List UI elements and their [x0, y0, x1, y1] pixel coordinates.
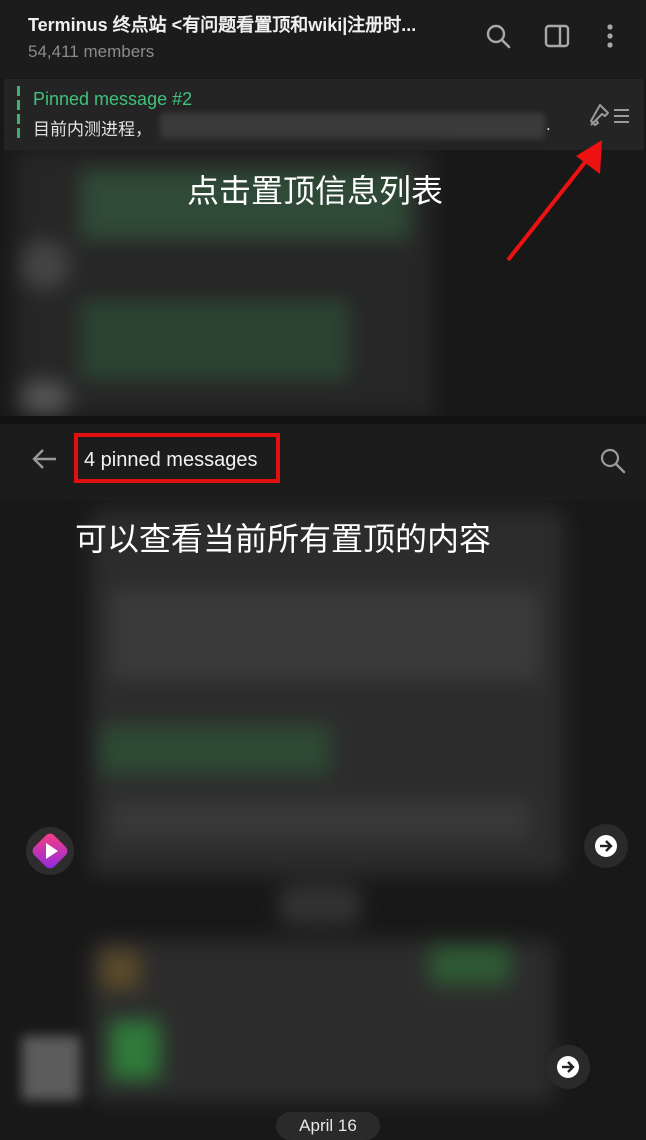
avatar[interactable]	[22, 1036, 80, 1100]
more-menu-icon[interactable]	[596, 22, 624, 50]
play-logo-icon	[32, 833, 68, 869]
annotation-arrow	[506, 140, 602, 262]
pinned-message-redacted	[160, 113, 545, 139]
sidebar-toggle-icon[interactable]	[543, 22, 571, 50]
screenshot-divider	[0, 416, 646, 424]
share-forward-icon[interactable]	[546, 1045, 590, 1089]
pinned-list-icon[interactable]	[588, 101, 632, 131]
date-separator: April 16	[276, 1112, 380, 1140]
avatar[interactable]	[26, 827, 74, 875]
search-icon[interactable]	[598, 446, 628, 476]
pinned-count-title: 4 pinned messages	[84, 449, 258, 471]
member-count: 54,411 members	[28, 42, 155, 61]
blurred-pinned-list	[0, 500, 646, 1112]
pinned-message-text: 目前内测进程，	[33, 120, 152, 139]
chat-title[interactable]: Terminus 终点站 <有问题看置顶和wiki|注册时...	[28, 11, 458, 37]
back-arrow-icon[interactable]	[30, 444, 60, 474]
search-icon[interactable]	[484, 22, 512, 50]
pinned-message-title: Pinned message #2	[33, 89, 193, 109]
date-label: April 16	[299, 1116, 357, 1135]
pinned-indicator	[17, 86, 20, 139]
share-forward-icon[interactable]	[584, 824, 628, 868]
annotation-bottom: 可以查看当前所有置顶的内容	[75, 521, 492, 557]
annotation-top: 点击置顶信息列表	[187, 173, 444, 209]
